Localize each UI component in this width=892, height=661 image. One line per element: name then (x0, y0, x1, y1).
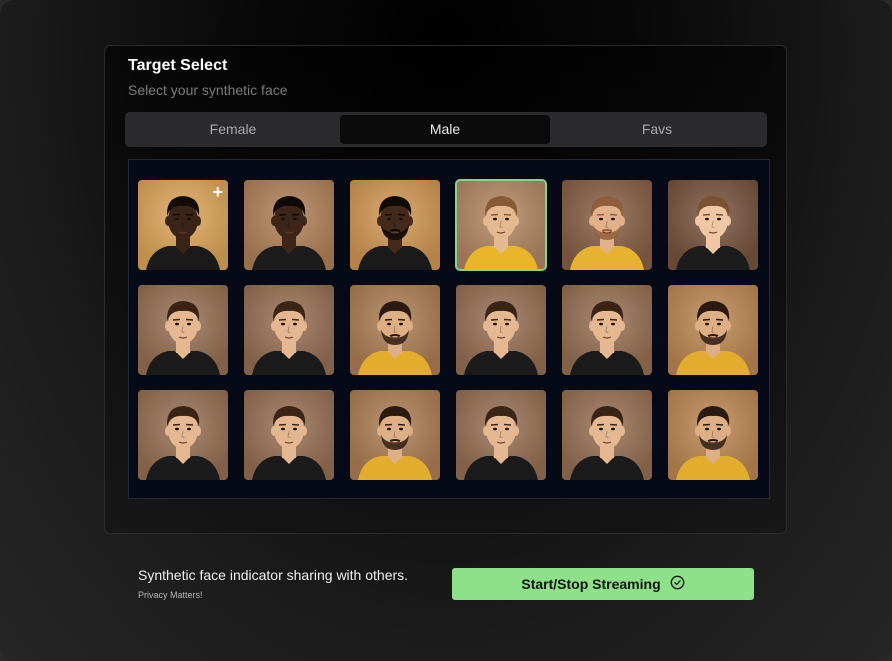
face-portrait (456, 285, 546, 375)
tab-female[interactable]: Female (128, 115, 338, 144)
face-portrait (350, 390, 440, 480)
add-favorite-icon[interactable]: + (212, 182, 223, 203)
privacy-note: Privacy Matters! (138, 590, 203, 600)
face-thumbnail[interactable] (668, 285, 758, 375)
face-thumbnail[interactable] (668, 180, 758, 270)
face-thumbnail[interactable] (456, 285, 546, 375)
check-circle-icon (670, 575, 685, 593)
face-thumbnail[interactable] (562, 180, 652, 270)
face-thumbnail[interactable]: + (138, 180, 228, 270)
face-thumbnail[interactable] (244, 180, 334, 270)
face-grid: + (128, 159, 770, 499)
face-portrait (138, 390, 228, 480)
face-thumbnail[interactable] (455, 179, 547, 271)
face-thumbnail[interactable] (244, 285, 334, 375)
face-thumbnail[interactable] (350, 180, 440, 270)
page-title: Target Select (128, 57, 228, 74)
face-portrait (138, 285, 228, 375)
face-thumbnail[interactable] (350, 285, 440, 375)
face-thumbnail[interactable] (138, 285, 228, 375)
face-thumbnail[interactable] (668, 390, 758, 480)
tab-favs[interactable]: Favs (552, 115, 762, 144)
gender-tabs: Female Male Favs (125, 112, 767, 147)
face-thumbnail[interactable] (562, 285, 652, 375)
face-thumbnail[interactable] (138, 390, 228, 480)
face-portrait (244, 390, 334, 480)
face-portrait (244, 180, 334, 270)
face-thumbnail[interactable] (562, 390, 652, 480)
face-portrait (562, 285, 652, 375)
face-portrait (244, 285, 334, 375)
face-thumbnail[interactable] (350, 390, 440, 480)
start-stop-streaming-button[interactable]: Start/Stop Streaming (452, 568, 754, 600)
tab-male[interactable]: Male (340, 115, 550, 144)
target-select-panel: Target Select Select your synthetic face… (104, 45, 787, 534)
face-portrait (456, 180, 546, 270)
face-thumbnail[interactable] (456, 390, 546, 480)
face-portrait (668, 390, 758, 480)
stream-button-label: Start/Stop Streaming (521, 576, 661, 592)
face-portrait (456, 390, 546, 480)
page-subtitle: Select your synthetic face (128, 82, 288, 98)
footer-message: Synthetic face indicator sharing with ot… (138, 567, 409, 583)
face-thumbnail[interactable] (244, 390, 334, 480)
face-portrait (562, 390, 652, 480)
app-window: Target Select Select your synthetic face… (0, 0, 892, 661)
face-portrait (668, 180, 758, 270)
face-portrait (350, 285, 440, 375)
face-portrait (562, 180, 652, 270)
face-portrait (668, 285, 758, 375)
face-portrait (350, 180, 440, 270)
